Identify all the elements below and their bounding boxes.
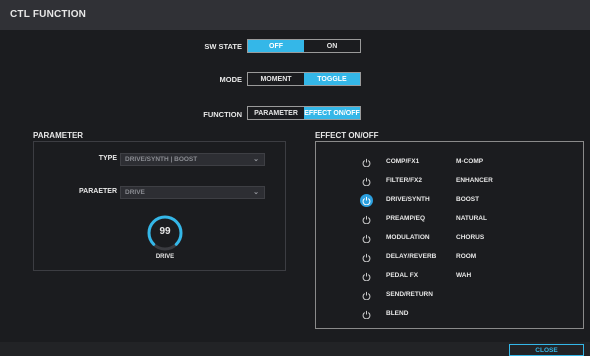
parameter-select[interactable]: DRIVE ⌄ <box>120 186 265 199</box>
chevron-down-icon: ⌄ <box>253 189 259 196</box>
effect-name: MODULATION <box>386 234 430 241</box>
mode-label: MODE <box>219 75 243 84</box>
effect-name: FILTER/FX2 <box>386 177 422 184</box>
mode-moment-option[interactable]: MOMENT <box>248 73 304 85</box>
effect-row: DRIVE/SYNTH BOOST <box>316 194 583 212</box>
effect-row: FILTER/FX2 ENHANCER <box>316 175 583 193</box>
function-parameter-option[interactable]: PARAMETER <box>248 107 304 119</box>
effect-type: BOOST <box>456 196 480 203</box>
type-select-value: DRIVE/SYNTH | BOOST <box>125 156 198 163</box>
effect-name: PEDAL FX <box>386 272 419 279</box>
type-label: TYPE <box>98 155 117 162</box>
sw-state-label: SW STATE <box>204 42 242 51</box>
function-label: FUNCTION <box>203 110 242 119</box>
effect-row: BLEND <box>316 308 583 326</box>
sw-state-off-option[interactable]: OFF <box>248 40 304 52</box>
power-icon[interactable] <box>360 194 373 207</box>
effect-row: DELAY/REVERB ROOM <box>316 251 583 269</box>
effect-type: M-COMP <box>456 158 484 165</box>
type-select[interactable]: DRIVE/SYNTH | BOOST ⌄ <box>120 153 265 166</box>
effect-row: PEDAL FX WAH <box>316 270 583 288</box>
effect-name: PREAMP/EQ <box>386 215 426 222</box>
parameter-label: PARAETER <box>79 188 117 195</box>
effect-type: ENHANCER <box>456 177 493 184</box>
close-button[interactable]: CLOSE <box>509 344 584 356</box>
effect-type: NATURAL <box>456 215 487 222</box>
knob-value: 99 <box>159 226 171 237</box>
power-icon[interactable] <box>360 175 373 188</box>
dialog-title: CTL FUNCTION <box>10 9 87 20</box>
effect-name: DRIVE/SYNTH <box>386 196 430 203</box>
power-icon[interactable] <box>360 289 373 302</box>
parameter-panel: TYPE DRIVE/SYNTH | BOOST ⌄ PARAETER DRIV… <box>33 141 286 271</box>
chevron-down-icon: ⌄ <box>253 156 259 163</box>
power-icon[interactable] <box>360 251 373 264</box>
effect-type: WAH <box>456 272 472 279</box>
effect-row: MODULATION CHORUS <box>316 232 583 250</box>
sw-state-toggle: OFF ON <box>247 39 361 53</box>
power-icon[interactable] <box>360 308 373 321</box>
mode-toggle: MOMENT TOGGLE <box>247 72 361 86</box>
sw-state-on-option[interactable]: ON <box>304 40 360 52</box>
parameter-select-value: DRIVE <box>125 189 145 196</box>
footer-bar <box>0 342 590 356</box>
effect-type: CHORUS <box>456 234 485 241</box>
effect-onoff-section-title: EFFECT ON/OFF <box>315 131 379 140</box>
effect-type: ROOM <box>456 253 477 260</box>
function-toggle: PARAMETER EFFECT ON/OFF <box>247 106 361 120</box>
effect-row: COMP/FX1 M-COMP <box>316 156 583 174</box>
power-icon[interactable] <box>360 270 373 283</box>
power-icon[interactable] <box>360 213 373 226</box>
power-icon[interactable] <box>360 232 373 245</box>
mode-toggle-option[interactable]: TOGGLE <box>304 73 360 85</box>
effect-row: PREAMP/EQ NATURAL <box>316 213 583 231</box>
knob-label: DRIVE <box>155 254 175 260</box>
parameter-section-title: PARAMETER <box>33 131 84 140</box>
effect-name: BLEND <box>386 310 409 317</box>
effect-name: SEND/RETURN <box>386 291 433 298</box>
title-bar: CTL FUNCTION <box>0 0 590 30</box>
effect-onoff-panel: COMP/FX1 M-COMP FILTER/FX2 ENHANCER DRIV… <box>315 141 584 329</box>
effect-row: SEND/RETURN <box>316 289 583 307</box>
effect-name: COMP/FX1 <box>386 158 420 165</box>
effect-name: DELAY/REVERB <box>386 253 437 260</box>
power-icon[interactable] <box>360 156 373 169</box>
function-effect-onoff-option[interactable]: EFFECT ON/OFF <box>304 107 360 119</box>
